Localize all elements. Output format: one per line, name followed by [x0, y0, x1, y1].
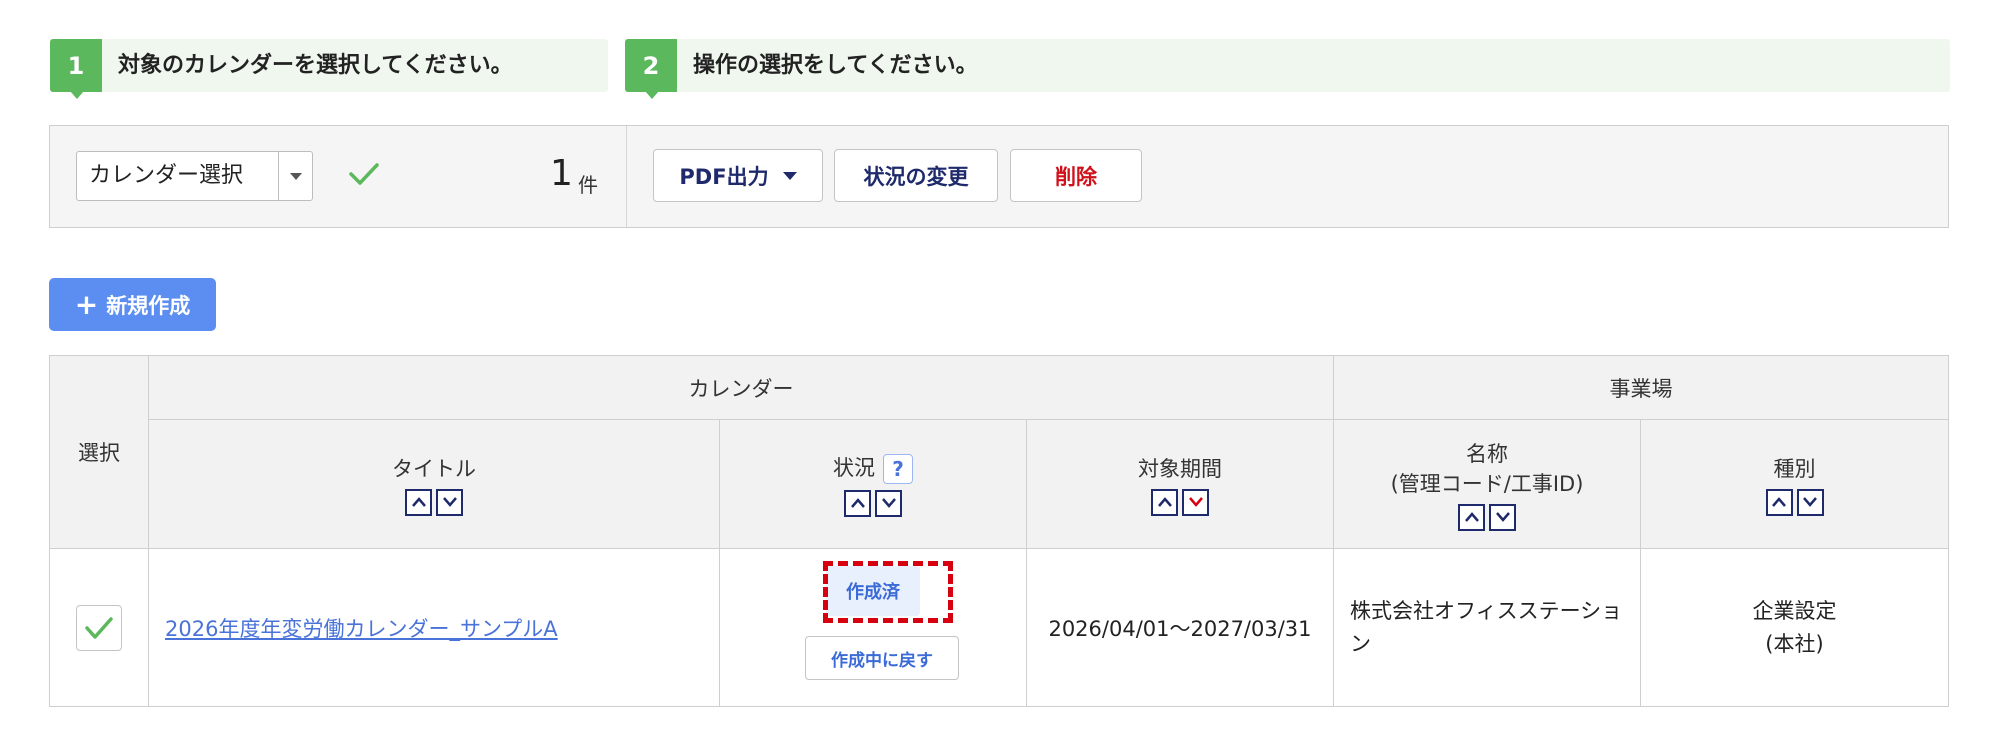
- action-toolbar: カレンダー選択 1 件 PDF出力 状況の変更 削除: [49, 125, 1949, 228]
- step-guide: 1 対象のカレンダーを選択してください。 2 操作の選択をしてください。: [50, 39, 1950, 99]
- header-name: 名称 (管理コード/工事ID): [1334, 420, 1641, 549]
- step-2-number: 2: [625, 39, 677, 99]
- header-title: タイトル: [149, 420, 720, 549]
- header-name-line1: 名称: [1466, 441, 1508, 466]
- header-status-wrap: 状況?: [833, 452, 913, 484]
- sort-controls-name: [1458, 503, 1516, 531]
- table-row-name-cell: 株式会社オフィスステーション: [1334, 549, 1641, 706]
- header-select: 選択: [50, 356, 149, 549]
- step-2-text: 操作の選択をしてください。: [693, 53, 978, 78]
- sort-desc-icon[interactable]: [1796, 488, 1824, 516]
- plus-icon: +: [74, 287, 99, 321]
- create-new-label: 新規作成: [106, 293, 191, 318]
- sort-asc-icon[interactable]: [1458, 503, 1485, 531]
- pdf-export-button[interactable]: PDF出力: [653, 149, 823, 202]
- header-title-label: タイトル: [392, 456, 476, 481]
- header-type: 種別: [1641, 420, 1948, 549]
- calendar-select-dropdown[interactable]: カレンダー選択: [76, 151, 313, 201]
- table-row-period-cell: 2026/04/01～2027/03/31: [1027, 549, 1334, 706]
- header-type-label: 種別: [1773, 456, 1816, 481]
- check-icon: [85, 616, 113, 639]
- calendar-title-link[interactable]: 2026年度年変労働カレンダー_サンプルA: [149, 613, 558, 643]
- selected-count: 1: [550, 153, 573, 194]
- step-1-number: 1: [50, 39, 102, 99]
- period-value: 2026/04/01～2027/03/31: [1048, 616, 1312, 641]
- sort-controls-title: [405, 488, 463, 516]
- sort-asc-icon[interactable]: [405, 488, 432, 516]
- header-status-label: 状況: [833, 455, 875, 480]
- toolbar-divider: [626, 126, 627, 227]
- status-highlight-frame: [823, 561, 953, 623]
- sort-desc-icon[interactable]: [875, 489, 902, 517]
- step-1-text: 対象のカレンダーを選択してください。: [118, 53, 513, 78]
- sort-controls-type: [1765, 488, 1824, 516]
- create-new-button[interactable]: + 新規作成: [49, 278, 216, 331]
- calendar-table: 選択 カレンダー 事業場 タイトル 状況? 対象期間 名称 (管理コード/工事I…: [49, 355, 1949, 707]
- help-icon[interactable]: ?: [883, 453, 913, 484]
- sort-asc-icon[interactable]: [844, 489, 871, 517]
- pdf-export-label: PDF出力: [679, 164, 769, 189]
- change-status-button[interactable]: 状況の変更: [834, 149, 998, 202]
- header-status: 状況?: [720, 420, 1027, 549]
- sort-desc-icon[interactable]: [1489, 503, 1516, 531]
- sort-asc-icon[interactable]: [1151, 488, 1178, 516]
- header-group-calendar: カレンダー: [149, 356, 1334, 420]
- sort-asc-icon[interactable]: [1765, 488, 1793, 516]
- table-row-select-cell: [50, 549, 149, 706]
- selected-count-unit: 件: [578, 173, 598, 197]
- calendar-select-label: カレンダー選択: [89, 163, 244, 188]
- header-name-line2: (管理コード/工事ID): [1390, 471, 1584, 496]
- header-period-label: 対象期間: [1138, 456, 1222, 481]
- sort-controls-status: [844, 489, 902, 517]
- table-row-title-cell: 2026年度年変労働カレンダー_サンプルA: [149, 549, 720, 706]
- check-icon: [349, 163, 379, 185]
- sort-desc-icon[interactable]: [436, 488, 463, 516]
- sort-desc-active-icon[interactable]: [1182, 488, 1209, 516]
- header-select-label: 選択: [78, 441, 120, 465]
- step-2: 2 操作の選択をしてください。: [625, 39, 1950, 99]
- site-name-value: 株式会社オフィスステーション: [1350, 598, 1623, 656]
- chevron-down-icon[interactable]: [278, 152, 312, 200]
- site-type-line2: (本社): [1765, 631, 1824, 656]
- sort-controls-period: [1151, 488, 1209, 516]
- step-1: 1 対象のカレンダーを選択してください。: [50, 39, 608, 99]
- header-group-site: 事業場: [1334, 356, 1948, 420]
- site-type-line1: 企業設定: [1752, 598, 1837, 623]
- header-period: 対象期間: [1027, 420, 1334, 549]
- table-row-type-cell: 企業設定 (本社): [1641, 549, 1948, 706]
- caret-down-icon: [782, 171, 797, 180]
- row-checkbox[interactable]: [76, 604, 122, 651]
- delete-button[interactable]: 削除: [1010, 149, 1142, 202]
- revert-to-draft-button[interactable]: 作成中に戻す: [805, 636, 959, 680]
- header-group-calendar-label: カレンダー: [688, 376, 794, 401]
- header-group-site-label: 事業場: [1609, 376, 1673, 401]
